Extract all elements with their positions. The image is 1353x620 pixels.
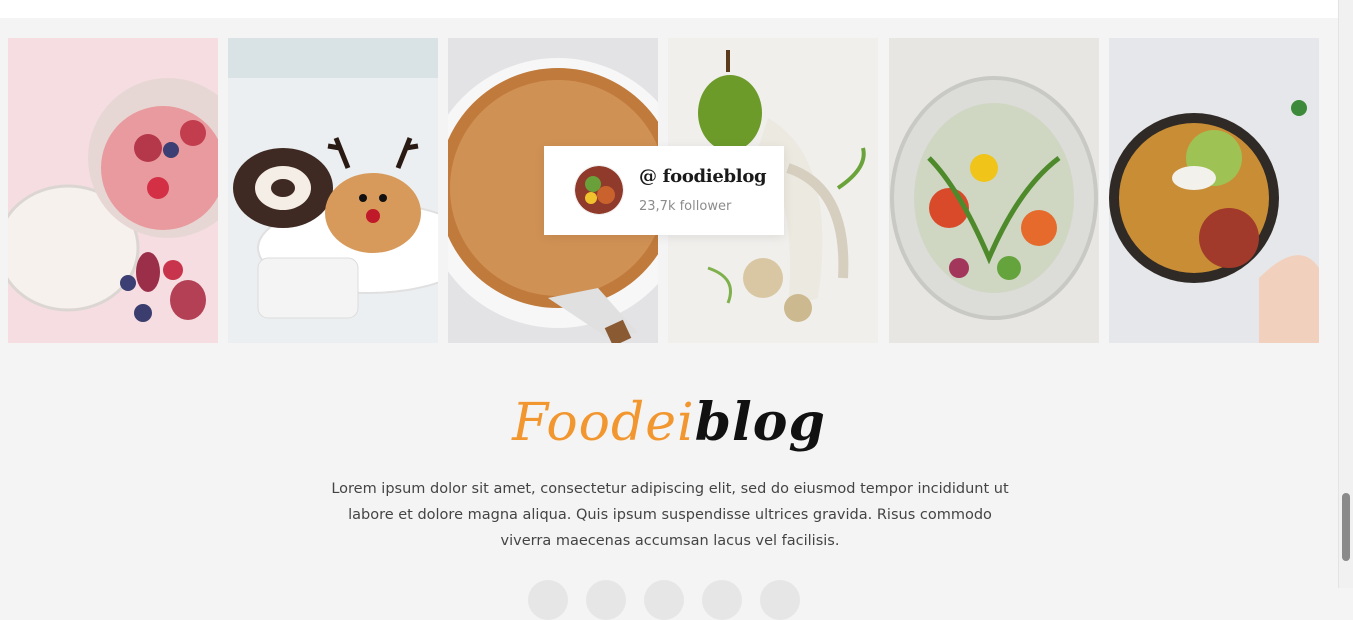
brand-logo[interactable]: Foodeiblog bbox=[0, 392, 1338, 453]
social-icon-4[interactable] bbox=[702, 580, 742, 620]
avatar[interactable] bbox=[574, 165, 624, 215]
reindeer-cake-image bbox=[228, 38, 438, 343]
brand-logo-part-1: Foodei bbox=[512, 393, 695, 453]
social-icons bbox=[528, 580, 828, 620]
social-icon-1[interactable] bbox=[528, 580, 568, 620]
brand-logo-part-2: blog bbox=[694, 392, 826, 453]
profile-card[interactable]: @ foodieblog 23,7k follower bbox=[544, 146, 784, 235]
follower-count: 23,7k follower bbox=[639, 199, 732, 214]
social-icon-5[interactable] bbox=[760, 580, 800, 620]
scrollbar-thumb[interactable] bbox=[1342, 493, 1350, 561]
social-icon-2[interactable] bbox=[586, 580, 626, 620]
avatar-image bbox=[575, 166, 623, 214]
potatoes-guacamole-image bbox=[1109, 38, 1319, 343]
gallery-image-chia-pudding[interactable] bbox=[8, 38, 218, 343]
social-icon-3[interactable] bbox=[644, 580, 684, 620]
salad-glass-image bbox=[889, 38, 1099, 343]
chia-pudding-image bbox=[8, 38, 218, 343]
left-edge bbox=[0, 18, 8, 588]
about-text: Lorem ipsum dolor sit amet, consectetur … bbox=[331, 481, 1009, 549]
gallery-image-salad-glass[interactable] bbox=[889, 38, 1099, 343]
profile-handle[interactable]: @ foodieblog bbox=[639, 166, 767, 187]
gallery-image-reindeer-cake[interactable] bbox=[228, 38, 438, 343]
gallery-image-potatoes-guacamole[interactable] bbox=[1109, 38, 1319, 343]
top-strip bbox=[0, 0, 1338, 18]
